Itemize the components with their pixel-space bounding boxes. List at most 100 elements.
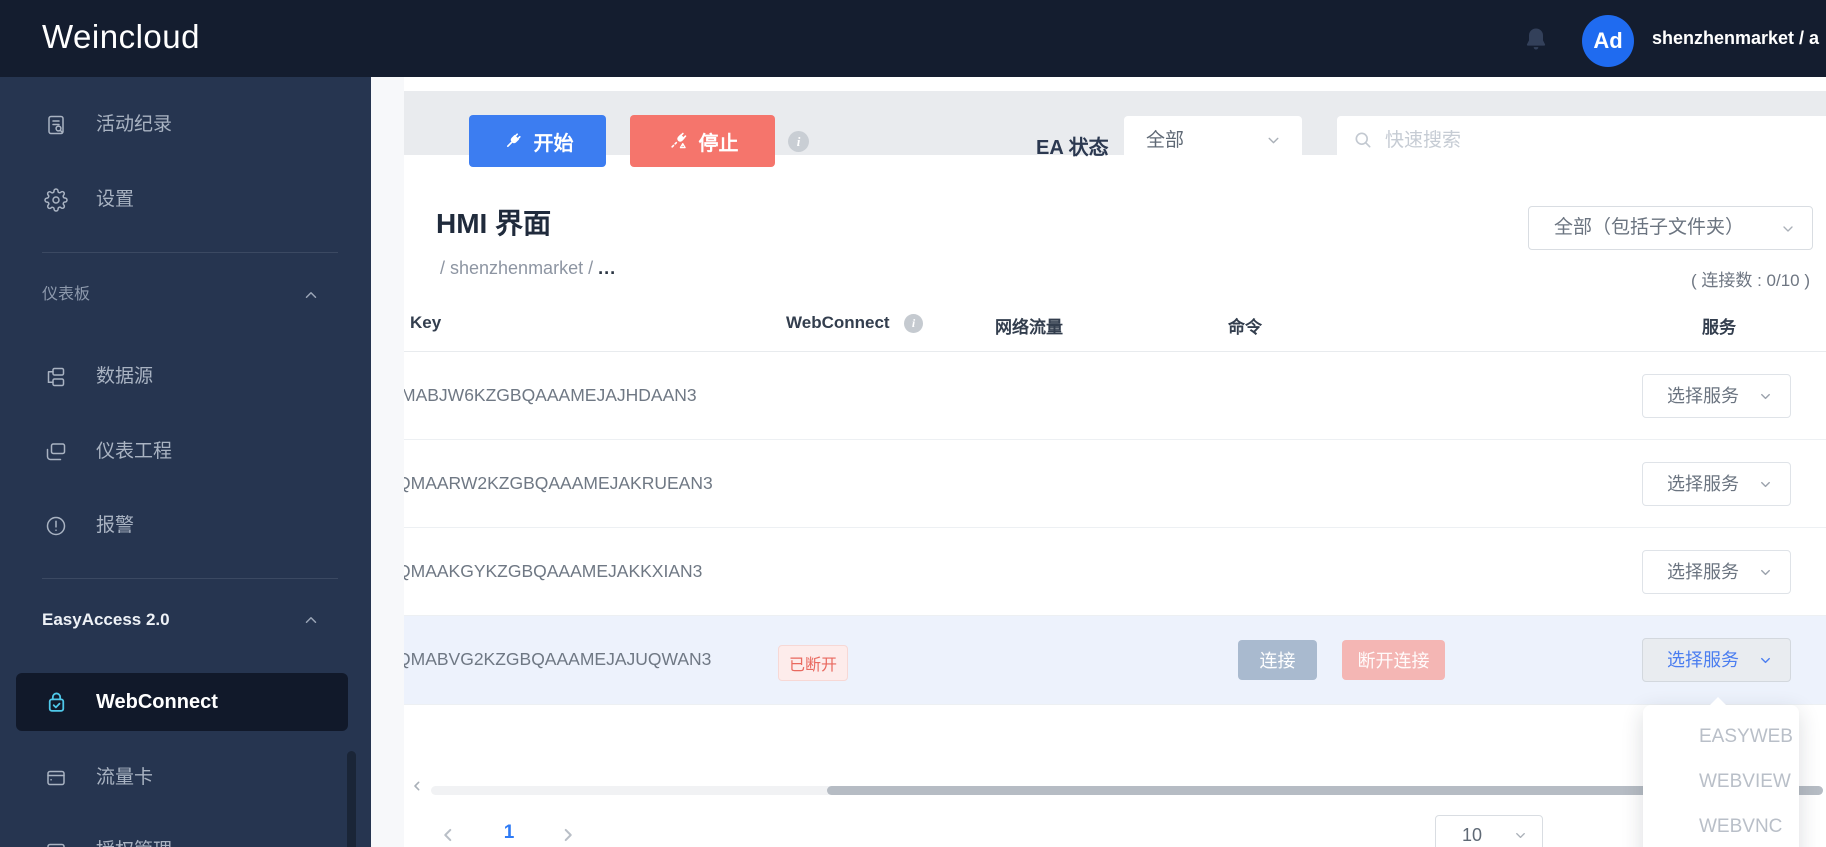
main-content: 开始 停止 i EA 状态 全部 HMI 界面 / shenzhenmarket… xyxy=(371,77,1826,847)
row-divider xyxy=(404,527,1826,528)
stop-button-label: 停止 xyxy=(698,132,739,155)
alarm-icon xyxy=(44,514,68,538)
dashboard-project-icon xyxy=(44,440,68,464)
content-left-gutter xyxy=(371,77,404,847)
user-avatar[interactable]: Ad xyxy=(1582,15,1634,67)
table-header-border xyxy=(404,351,1826,352)
chevron-down-icon xyxy=(1513,828,1528,843)
sidebar-item-label: 授权管理 xyxy=(96,836,172,847)
sidebar-item-alarm[interactable]: 报警 xyxy=(0,501,371,551)
menu-item-webview[interactable]: WEBVIEW xyxy=(1643,759,1799,804)
notification-bell-icon[interactable] xyxy=(1522,25,1550,53)
sidebar-item-label: 仪表工程 xyxy=(96,441,173,462)
ea-status-value: 全部 xyxy=(1146,130,1185,151)
quick-search xyxy=(1337,116,1826,165)
column-header-webconnect: WebConnect xyxy=(786,313,890,332)
service-dropdown-menu: EASYWEB WEBVIEW WEBVNC xyxy=(1643,697,1799,847)
search-input[interactable] xyxy=(1385,116,1826,165)
scroll-left-icon[interactable] xyxy=(409,778,425,794)
page-size-value: 10 xyxy=(1462,825,1483,845)
start-button-label: 开始 xyxy=(533,132,574,155)
webconnect-lock-icon xyxy=(44,690,69,715)
chevron-up-icon xyxy=(302,286,320,304)
sidebar-section-dashboard[interactable]: 仪表板 xyxy=(42,280,342,310)
account-name[interactable]: shenzhenmarket / a xyxy=(1652,0,1826,77)
breadcrumb: / shenzhenmarket / ... xyxy=(440,258,616,279)
menu-caret xyxy=(1709,697,1727,706)
service-select-label: 选择服务 xyxy=(1667,386,1739,406)
plug-disconnected-icon xyxy=(670,132,686,149)
chevron-down-icon xyxy=(1758,653,1773,668)
service-select-label: 选择服务 xyxy=(1667,474,1739,494)
service-select-label: 选择服务 xyxy=(1667,650,1739,670)
section-title: 仪表板 xyxy=(42,286,91,303)
data-card-icon xyxy=(44,766,68,790)
sidebar-divider xyxy=(42,252,338,253)
chevron-down-icon xyxy=(1265,132,1282,149)
breadcrumb-path: / shenzhenmarket / xyxy=(440,258,599,278)
sidebar-scrollbar[interactable] xyxy=(347,751,356,847)
connection-count: ( 连接数 : 0/10 ) xyxy=(1690,271,1810,290)
ea-status-label: EA 状态 xyxy=(1036,137,1109,159)
table-row-key: QMAAKGYKZGBQAAAMEJAKKXIAN3 xyxy=(404,561,703,581)
table-row-key: QMAARW2KZGBQAAAMEJAKRUEAN3 xyxy=(404,473,713,493)
ea-status-select[interactable]: 全部 xyxy=(1124,116,1302,165)
folder-filter-value: 全部（包括子文件夹） xyxy=(1553,217,1744,238)
page-size-select[interactable]: 10 xyxy=(1435,815,1543,847)
gear-icon xyxy=(44,188,68,212)
column-header-network-traffic: 网络流量 xyxy=(995,318,1063,337)
sidebar-item-label: 数据源 xyxy=(96,366,154,387)
menu-item-webvnc[interactable]: WEBVNC xyxy=(1643,804,1799,847)
chevron-up-icon xyxy=(302,611,320,629)
sidebar-item-label: WebConnect xyxy=(96,691,218,713)
webconnect-info-icon[interactable]: i xyxy=(904,314,923,333)
table-row-key: MABJW6KZGBQAAAMEJAJHDAAN3 xyxy=(404,385,697,405)
start-button[interactable]: 开始 xyxy=(469,115,606,167)
chevron-down-icon xyxy=(1758,477,1773,492)
chevron-down-icon xyxy=(1758,389,1773,404)
service-select-button-open[interactable]: 选择服务 xyxy=(1642,638,1791,682)
sidebar-item-label: 报警 xyxy=(96,515,135,536)
toolbar-info-icon[interactable]: i xyxy=(788,131,809,152)
data-source-icon xyxy=(44,365,68,389)
activity-log-icon xyxy=(44,113,68,137)
search-icon xyxy=(1355,132,1371,148)
sidebar-item-data-card[interactable]: 流量卡 xyxy=(0,753,371,803)
sidebar-item-dashboard-project[interactable]: 仪表工程 xyxy=(0,427,371,477)
service-select-button[interactable]: 选择服务 xyxy=(1642,462,1791,506)
service-select-button[interactable]: 选择服务 xyxy=(1642,374,1791,418)
next-page-button[interactable] xyxy=(557,824,579,846)
breadcrumb-more[interactable]: ... xyxy=(598,258,616,278)
sidebar-item-data-source[interactable]: 数据源 xyxy=(0,352,371,402)
sidebar-item-label: 活动纪录 xyxy=(96,114,173,135)
sidebar-item-activity-log[interactable]: 活动纪录 xyxy=(0,100,371,150)
app-root: Weincloud Ad shenzhenmarket / a 活动纪录 设置 … xyxy=(0,0,1826,847)
row-divider xyxy=(404,439,1826,440)
column-header-service: 服务 xyxy=(1702,318,1736,337)
page-title: HMI 界面 xyxy=(436,208,552,239)
sidebar-divider xyxy=(42,578,338,579)
status-badge-disconnected: 已断开 xyxy=(778,645,849,681)
service-select-button[interactable]: 选择服务 xyxy=(1642,550,1791,594)
chevron-down-icon xyxy=(1758,565,1773,580)
folder-filter-select[interactable]: 全部（包括子文件夹） xyxy=(1528,206,1813,250)
sidebar-item-license-management[interactable]: 授权管理 xyxy=(0,836,371,847)
service-select-label: 选择服务 xyxy=(1667,562,1739,582)
page-number[interactable]: 1 xyxy=(497,822,521,844)
sidebar-item-webconnect[interactable]: WebConnect xyxy=(16,673,348,731)
sidebar-item-label: 设置 xyxy=(96,189,135,210)
sidebar-item-settings[interactable]: 设置 xyxy=(0,175,371,225)
connect-button[interactable]: 连接 xyxy=(1238,640,1317,680)
toolbar: 开始 停止 i EA 状态 全部 xyxy=(404,91,1826,167)
column-header-command: 命令 xyxy=(1228,318,1262,337)
header-bar: Weincloud Ad shenzhenmarket / a xyxy=(0,0,1826,77)
disconnect-button[interactable]: 断开连接 xyxy=(1342,640,1445,680)
row-divider xyxy=(404,615,1826,616)
prev-page-button[interactable] xyxy=(437,824,459,846)
license-management-icon xyxy=(44,839,68,847)
menu-item-easyweb[interactable]: EASYWEB xyxy=(1643,714,1799,759)
sidebar-item-label: 流量卡 xyxy=(96,767,154,788)
sidebar-section-easyaccess[interactable]: EasyAccess 2.0 xyxy=(42,605,342,635)
stop-button[interactable]: 停止 xyxy=(630,115,775,167)
row-divider xyxy=(404,704,1826,705)
